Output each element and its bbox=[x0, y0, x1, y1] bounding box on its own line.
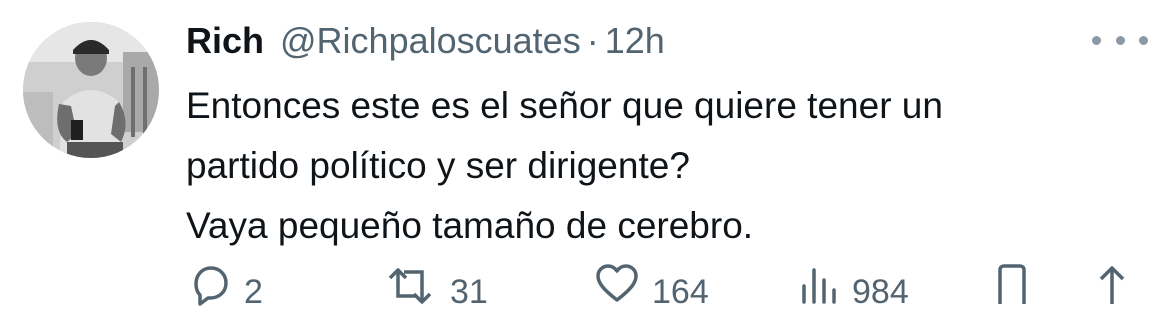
reply-count: 2 bbox=[244, 273, 263, 311]
views-button[interactable]: 984 bbox=[796, 262, 909, 312]
tweet-header: Rich @Richpaloscuates · 12h bbox=[186, 18, 665, 64]
bookmark-button[interactable] bbox=[992, 262, 1032, 312]
tweet-text: Entonces este es el señor que quiere ten… bbox=[186, 76, 1146, 256]
avatar[interactable] bbox=[23, 22, 159, 158]
share-icon bbox=[1099, 266, 1125, 304]
bookmark-icon bbox=[998, 264, 1026, 304]
reply-icon bbox=[194, 266, 228, 306]
timestamp[interactable]: 12h bbox=[605, 20, 665, 62]
like-count: 164 bbox=[652, 273, 709, 311]
views-icon bbox=[802, 268, 836, 304]
tweet-text-line: Vaya pequeño tamaño de cerebro. bbox=[186, 205, 754, 246]
avatar-photo bbox=[23, 22, 159, 158]
heart-icon bbox=[596, 264, 638, 302]
more-dot bbox=[1139, 35, 1148, 45]
reply-button[interactable]: 2 bbox=[188, 262, 263, 312]
more-icon[interactable] bbox=[1092, 30, 1148, 50]
author-name[interactable]: Rich bbox=[186, 20, 264, 62]
retweet-icon bbox=[388, 268, 432, 304]
views-count: 984 bbox=[852, 273, 909, 311]
author-handle[interactable]: @Richpaloscuates bbox=[280, 20, 581, 62]
more-dot bbox=[1092, 35, 1101, 45]
tweet-text-line: partido político y ser dirigente? bbox=[186, 145, 690, 186]
retweet-button[interactable]: 31 bbox=[382, 262, 488, 312]
like-button[interactable]: 164 bbox=[594, 262, 709, 312]
retweet-count: 31 bbox=[450, 273, 488, 311]
share-button[interactable] bbox=[1092, 262, 1132, 312]
separator-dot: · bbox=[586, 20, 599, 61]
more-dot bbox=[1115, 35, 1125, 45]
tweet-text-line: Entonces este es el señor que quiere ten… bbox=[186, 85, 943, 126]
